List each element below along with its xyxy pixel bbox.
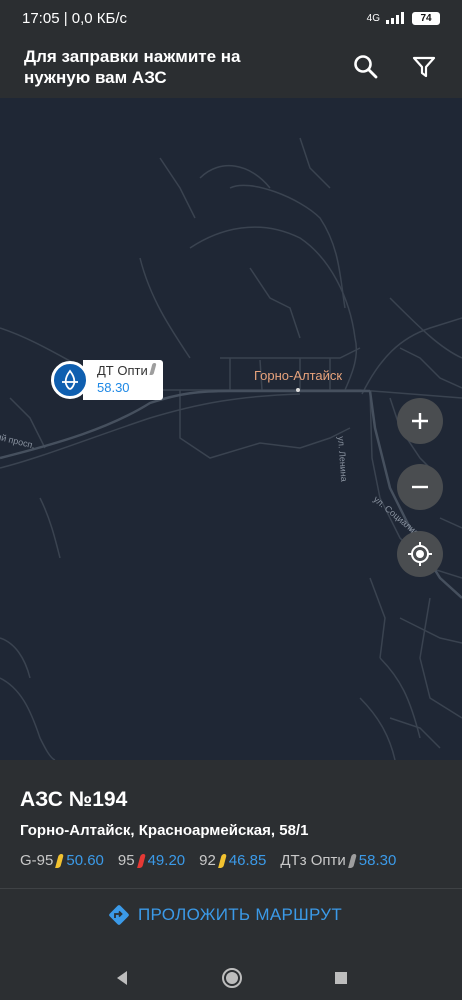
map-view[interactable]: ДТ Опти 58.30 Горно-Алтайск ий просп. ул…	[0, 98, 462, 760]
search-button[interactable]	[352, 53, 380, 81]
fuel-name: ДТз Опти	[280, 852, 346, 869]
zoom-in-button[interactable]	[397, 398, 443, 444]
plus-icon	[412, 413, 428, 429]
system-nav-bar	[0, 955, 462, 1000]
minus-icon	[412, 485, 428, 489]
status-icons: 4G 74	[366, 11, 440, 25]
battery-icon: 74	[412, 11, 440, 25]
station-address: Горно-Алтайск, Красноармейская, 58/1	[20, 822, 309, 839]
pin-fuel-price: 58.30	[97, 380, 130, 395]
fuel-price: 49.20	[147, 852, 186, 869]
gazprom-logo-icon	[51, 361, 89, 399]
fuel-price: 58.30	[358, 852, 397, 869]
fuel-item: G-95 50.60	[20, 852, 104, 869]
fuel-item: 95 49.20	[118, 852, 185, 869]
gas-station-pin[interactable]: ДТ Опти 58.30	[51, 360, 164, 400]
fuel-price: 50.60	[66, 852, 104, 869]
fuel-item: 92 46.85	[199, 852, 266, 869]
fuel-drop-icon	[136, 853, 146, 868]
back-icon[interactable]	[113, 969, 131, 987]
fuel-price: 46.85	[228, 852, 267, 869]
fuel-name: 95	[117, 852, 135, 869]
city-marker	[296, 388, 300, 392]
city-label: Горно-Алтайск	[254, 368, 343, 383]
fuel-drop-icon	[347, 853, 357, 868]
divider	[0, 888, 462, 889]
home-icon[interactable]	[221, 967, 243, 989]
filter-icon	[412, 56, 436, 78]
directions-icon	[109, 905, 129, 925]
crosshair-icon	[408, 542, 432, 566]
fuel-item: ДТз Опти 58.30	[280, 852, 396, 869]
page-title: Для заправки нажмите на нужную вам АЗС	[24, 47, 241, 87]
app-bar: Для заправки нажмите на нужную вам АЗС	[0, 36, 462, 98]
pin-fuel-name: ДТ Опти	[97, 362, 157, 379]
network-label: 4G	[366, 12, 380, 24]
filter-button[interactable]	[410, 53, 438, 81]
fuel-drop-icon	[55, 853, 65, 868]
status-time: 17:05 | 0,0 КБ/с	[22, 9, 128, 27]
pin-label: ДТ Опти 58.30	[83, 360, 164, 400]
fuel-prices: G-95 50.60 95 49.20 92 46.85 ДТз Опти 58…	[20, 852, 396, 869]
fuel-drop-icon	[217, 853, 227, 868]
fuel-name: 92	[199, 852, 216, 869]
station-title: АЗС №194	[20, 788, 128, 811]
my-location-button[interactable]	[397, 531, 443, 577]
map-roads	[0, 137, 462, 760]
search-icon	[354, 55, 378, 79]
fuel-name: G-95	[20, 852, 54, 869]
build-route-label: ПРОЛОЖИТЬ МАРШРУТ	[138, 905, 343, 924]
zoom-out-button[interactable]	[397, 464, 443, 510]
recents-icon[interactable]	[333, 970, 349, 986]
status-bar: 17:05 | 0,0 КБ/с 4G 74	[0, 0, 462, 36]
build-route-button[interactable]: ПРОЛОЖИТЬ МАРШРУТ	[108, 904, 342, 926]
signal-icon	[386, 12, 406, 24]
